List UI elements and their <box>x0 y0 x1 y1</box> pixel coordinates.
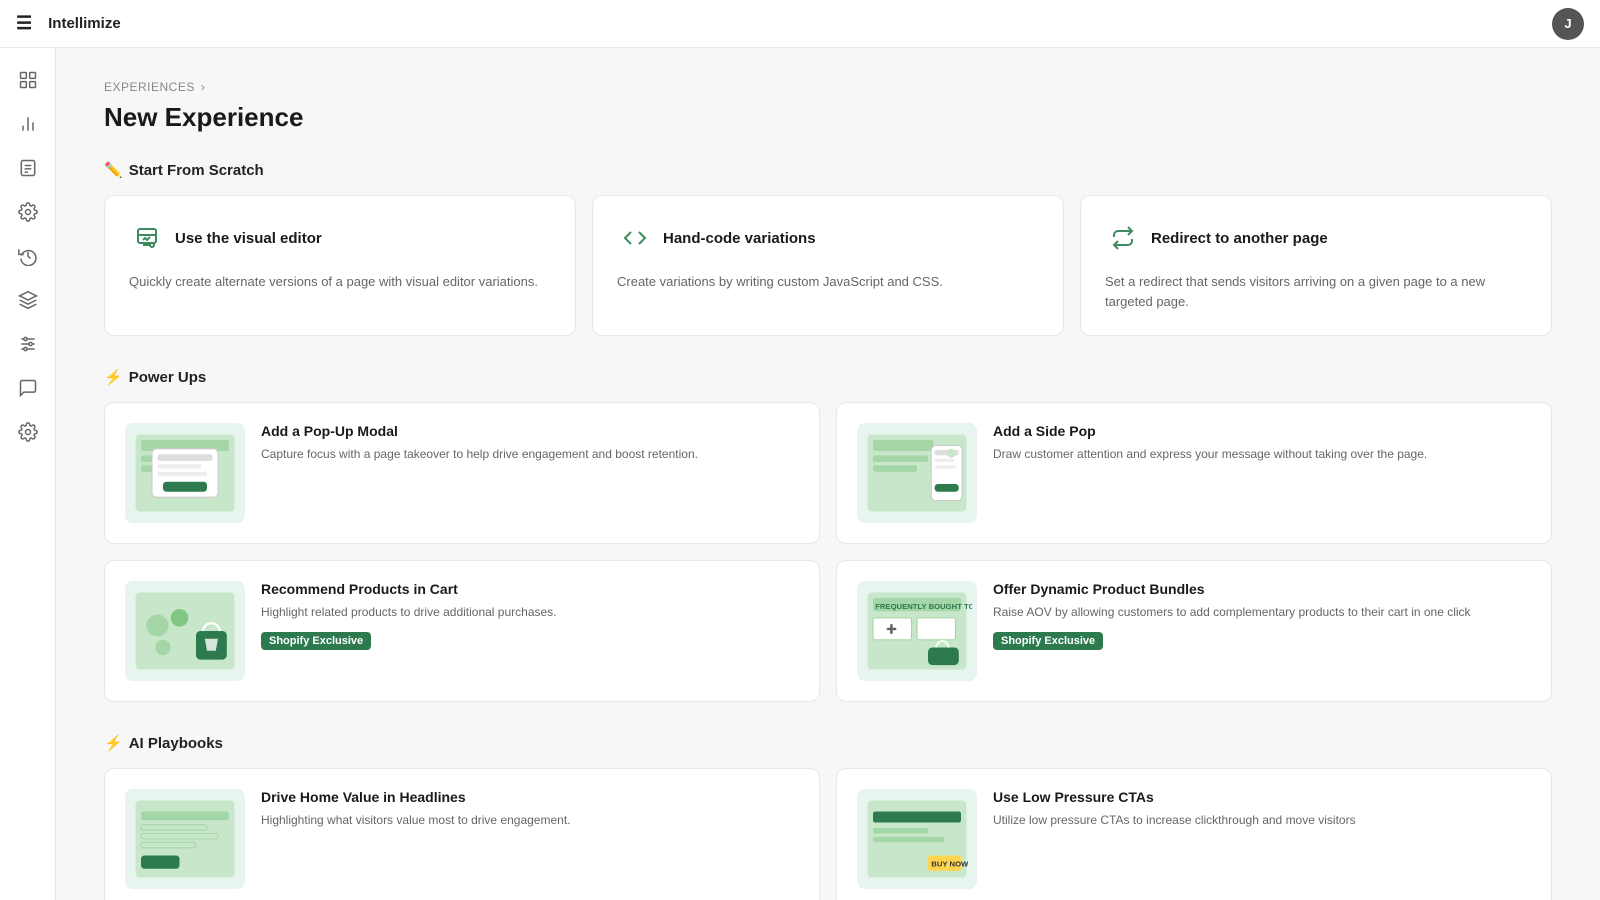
playbooks-section-heading: ⚡ AI Playbooks <box>104 734 1552 752</box>
card-side-pop[interactable]: Add a Side Pop Draw customer attention a… <box>836 402 1552 544</box>
drive-home-value-thumb <box>125 789 245 889</box>
scratch-icon: ✏️ <box>104 161 123 179</box>
side-pop-desc: Draw customer attention and express your… <box>993 445 1531 463</box>
popup-modal-title: Add a Pop-Up Modal <box>261 423 799 439</box>
popup-modal-desc: Capture focus with a page takeover to he… <box>261 445 799 463</box>
card-dynamic-bundles[interactable]: FREQUENTLY BOUGHT TOGETHER ➕ Offer Dynam… <box>836 560 1552 702</box>
sidebar <box>0 48 56 900</box>
svg-text:➕: ➕ <box>886 624 897 634</box>
dynamic-bundles-thumb: FREQUENTLY BOUGHT TOGETHER ➕ <box>857 581 977 681</box>
sidebar-item-tuning[interactable] <box>8 324 48 364</box>
hand-code-icon <box>617 220 653 256</box>
dynamic-bundles-desc: Raise AOV by allowing customers to add c… <box>993 603 1531 621</box>
sidebar-item-system[interactable] <box>8 412 48 452</box>
sidebar-item-experiences[interactable] <box>8 280 48 320</box>
card-redirect[interactable]: Redirect to another page Set a redirect … <box>1080 195 1552 336</box>
low-pressure-ctas-info: Use Low Pressure CTAs Utilize low pressu… <box>993 789 1531 829</box>
visual-editor-icon <box>129 220 165 256</box>
low-pressure-ctas-desc: Utilize low pressure CTAs to increase cl… <box>993 811 1531 829</box>
low-pressure-ctas-thumb: BUY NOW <box>857 789 977 889</box>
playbooks-cards-grid: Drive Home Value in Headlines Highlighti… <box>104 768 1552 900</box>
redirect-title: Redirect to another page <box>1151 230 1328 247</box>
recommend-products-badge: Shopify Exclusive <box>261 632 371 650</box>
dynamic-bundles-info: Offer Dynamic Product Bundles Raise AOV … <box>993 581 1531 650</box>
powerups-section-heading: ⚡ Power Ups <box>104 368 1552 386</box>
side-pop-title: Add a Side Pop <box>993 423 1531 439</box>
breadcrumb-parent[interactable]: EXPERIENCES <box>104 80 195 94</box>
app-logo: ☰ Intellimize <box>16 13 121 34</box>
svg-text:FREQUENTLY BOUGHT TOGETHER: FREQUENTLY BOUGHT TOGETHER <box>875 602 972 611</box>
hand-code-desc: Create variations by writing custom Java… <box>617 272 1039 292</box>
card-recommend-products[interactable]: Recommend Products in Cart Highlight rel… <box>104 560 820 702</box>
card-hand-code[interactable]: Hand-code variations Create variations b… <box>592 195 1064 336</box>
card-popup-modal[interactable]: Add a Pop-Up Modal Capture focus with a … <box>104 402 820 544</box>
popup-modal-thumb <box>125 423 245 523</box>
sidebar-item-history[interactable] <box>8 236 48 276</box>
visual-editor-desc: Quickly create alternate versions of a p… <box>129 272 551 292</box>
low-pressure-ctas-title: Use Low Pressure CTAs <box>993 789 1531 805</box>
drive-home-value-info: Drive Home Value in Headlines Highlighti… <box>261 789 799 829</box>
sidebar-item-messages[interactable] <box>8 368 48 408</box>
scratch-section-heading: ✏️ Start From Scratch <box>104 161 1552 179</box>
hand-code-title: Hand-code variations <box>663 230 816 247</box>
visual-editor-title: Use the visual editor <box>175 230 322 247</box>
redirect-icon <box>1105 220 1141 256</box>
recommend-products-title: Recommend Products in Cart <box>261 581 799 597</box>
recommend-products-info: Recommend Products in Cart Highlight rel… <box>261 581 799 650</box>
powerups-icon: ⚡ <box>104 368 123 386</box>
sidebar-item-dashboard[interactable] <box>8 60 48 100</box>
scratch-cards-grid: Use the visual editor Quickly create alt… <box>104 195 1552 336</box>
redirect-desc: Set a redirect that sends visitors arriv… <box>1105 272 1527 311</box>
drive-home-value-title: Drive Home Value in Headlines <box>261 789 799 805</box>
page-title: New Experience <box>104 102 1552 133</box>
sidebar-item-analytics[interactable] <box>8 104 48 144</box>
dynamic-bundles-badge: Shopify Exclusive <box>993 632 1103 650</box>
sidebar-item-settings[interactable] <box>8 192 48 232</box>
powerups-cards-grid: Add a Pop-Up Modal Capture focus with a … <box>104 402 1552 702</box>
side-pop-info: Add a Side Pop Draw customer attention a… <box>993 423 1531 473</box>
svg-text:BUY NOW: BUY NOW <box>931 860 969 869</box>
recommend-products-thumb <box>125 581 245 681</box>
card-low-pressure-ctas[interactable]: BUY NOW Use Low Pressure CTAs Utilize lo… <box>836 768 1552 900</box>
sidebar-item-reports[interactable] <box>8 148 48 188</box>
recommend-products-desc: Highlight related products to drive addi… <box>261 603 799 621</box>
app-title: Intellimize <box>48 15 121 32</box>
breadcrumb-arrow: › <box>201 80 206 94</box>
side-pop-thumb <box>857 423 977 523</box>
dynamic-bundles-title: Offer Dynamic Product Bundles <box>993 581 1531 597</box>
main-content: EXPERIENCES › New Experience ✏️ Start Fr… <box>56 48 1600 900</box>
card-drive-home-value[interactable]: Drive Home Value in Headlines Highlighti… <box>104 768 820 900</box>
card-visual-editor[interactable]: Use the visual editor Quickly create alt… <box>104 195 576 336</box>
topbar: ☰ Intellimize J <box>0 0 1600 48</box>
popup-modal-info: Add a Pop-Up Modal Capture focus with a … <box>261 423 799 473</box>
user-avatar[interactable]: J <box>1552 8 1584 40</box>
hamburger-icon[interactable]: ☰ <box>16 13 32 34</box>
playbooks-icon: ⚡ <box>104 734 123 752</box>
drive-home-value-desc: Highlighting what visitors value most to… <box>261 811 799 829</box>
breadcrumb: EXPERIENCES › <box>104 80 1552 94</box>
